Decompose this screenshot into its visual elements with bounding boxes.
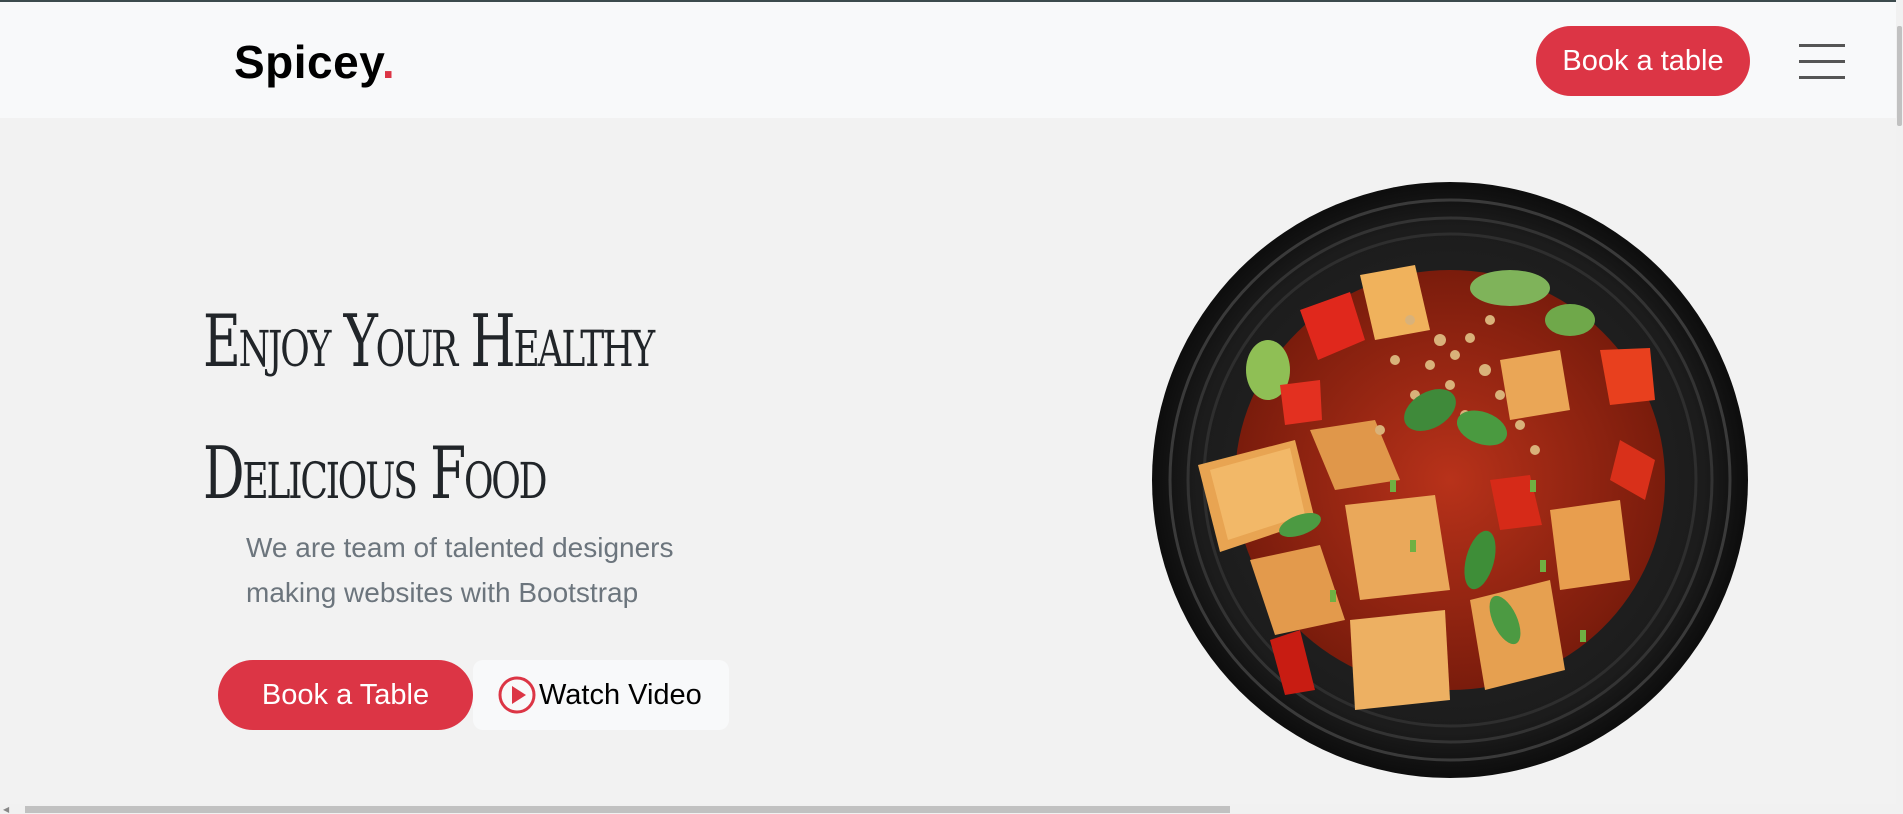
site-header: Spicey. Book a table — [0, 2, 1896, 118]
dish-image — [1152, 182, 1748, 778]
hero-title: Enjoy Your Healthy Delicious Food — [203, 275, 655, 539]
watch-video-label: Watch Video — [539, 678, 702, 711]
hero-subtitle-line-2: making websites with Bootstrap — [246, 577, 639, 608]
hero-subtitle: We are team of talented designers making… — [246, 525, 766, 615]
logo-text: Spicey — [234, 36, 382, 88]
vertical-scrollbar-thumb[interactable] — [1897, 26, 1902, 126]
watch-video-button[interactable]: Watch Video — [473, 660, 729, 730]
horizontal-scrollbar-thumb[interactable] — [25, 806, 1230, 813]
hero-title-line-2: Delicious Food — [203, 431, 548, 515]
hero-book-table-button[interactable]: Book a Table — [218, 660, 473, 730]
hero-subtitle-line-1: We are team of talented designers — [246, 532, 674, 563]
header-book-table-button[interactable]: Book a table — [1536, 26, 1750, 96]
horizontal-scrollbar[interactable]: ◀ — [0, 804, 1896, 814]
logo[interactable]: Spicey. — [234, 35, 395, 89]
hero-title-line-1: Enjoy Your Healthy — [203, 299, 655, 383]
vertical-scrollbar[interactable] — [1896, 0, 1903, 814]
hamburger-menu-icon[interactable] — [1799, 42, 1845, 80]
play-circle-icon — [498, 676, 536, 714]
page: Spicey. Book a table Enjoy Your Healthy … — [0, 0, 1903, 814]
logo-dot: . — [381, 36, 396, 88]
scroll-left-arrow-icon[interactable]: ◀ — [3, 806, 9, 814]
